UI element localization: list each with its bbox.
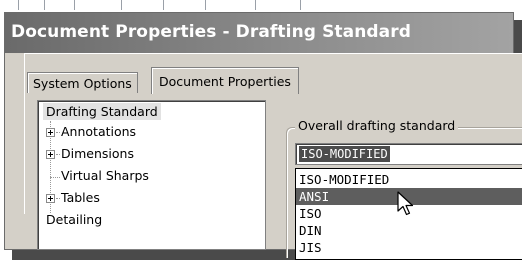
tree-item-label: Tables (61, 190, 100, 205)
tree-item-dimensions[interactable]: Dimensions (38, 145, 265, 163)
tree-item-detailing[interactable]: Detailing (38, 211, 265, 229)
tree-item-label: Detailing (46, 212, 103, 227)
tree-item-virtual-sharps[interactable]: Virtual Sharps (38, 167, 265, 185)
tree-connector (56, 132, 60, 133)
option-iso-modified[interactable]: ISO-MODIFIED (296, 171, 522, 188)
expand-plus-icon[interactable] (46, 194, 55, 203)
tree-item-label: Dimensions (61, 146, 134, 161)
window-title: Document Properties - Drafting Standard (11, 22, 412, 42)
tree-item-label: Annotations (61, 124, 137, 139)
option-jis[interactable]: JIS (296, 239, 522, 256)
tree-item-annotations[interactable]: Annotations (38, 123, 265, 141)
options-tree[interactable]: Drafting Standard Annotations Dimensions… (37, 100, 266, 250)
tree-item-label: Drafting Standard (46, 104, 158, 119)
tab-document-properties-label: Document Properties (159, 74, 291, 89)
drafting-standard-select[interactable]: ISO-MODIFIED (295, 143, 522, 165)
option-din[interactable]: DIN (296, 222, 522, 239)
tree-connector (56, 154, 60, 155)
group-label-overall-drafting-standard: Overall drafting standard (295, 118, 459, 133)
tree-item-tables[interactable]: Tables (38, 189, 265, 207)
tree-connector (56, 198, 60, 199)
tree-connector (50, 177, 60, 178)
tab-system-options[interactable]: System Options (27, 72, 138, 93)
tab-system-options-label: System Options (33, 76, 132, 91)
title-bar[interactable]: Document Properties - Drafting Standard (5, 13, 513, 53)
tab-document-properties[interactable]: Document Properties (151, 67, 299, 94)
selected-standard-value: ISO-MODIFIED (299, 146, 390, 162)
mouse-pointer-icon (397, 191, 414, 216)
tree-item-label: Virtual Sharps (61, 168, 149, 183)
tree-item-drafting-standard[interactable]: Drafting Standard (43, 103, 161, 120)
expand-plus-icon[interactable] (46, 128, 55, 137)
expand-plus-icon[interactable] (46, 150, 55, 159)
